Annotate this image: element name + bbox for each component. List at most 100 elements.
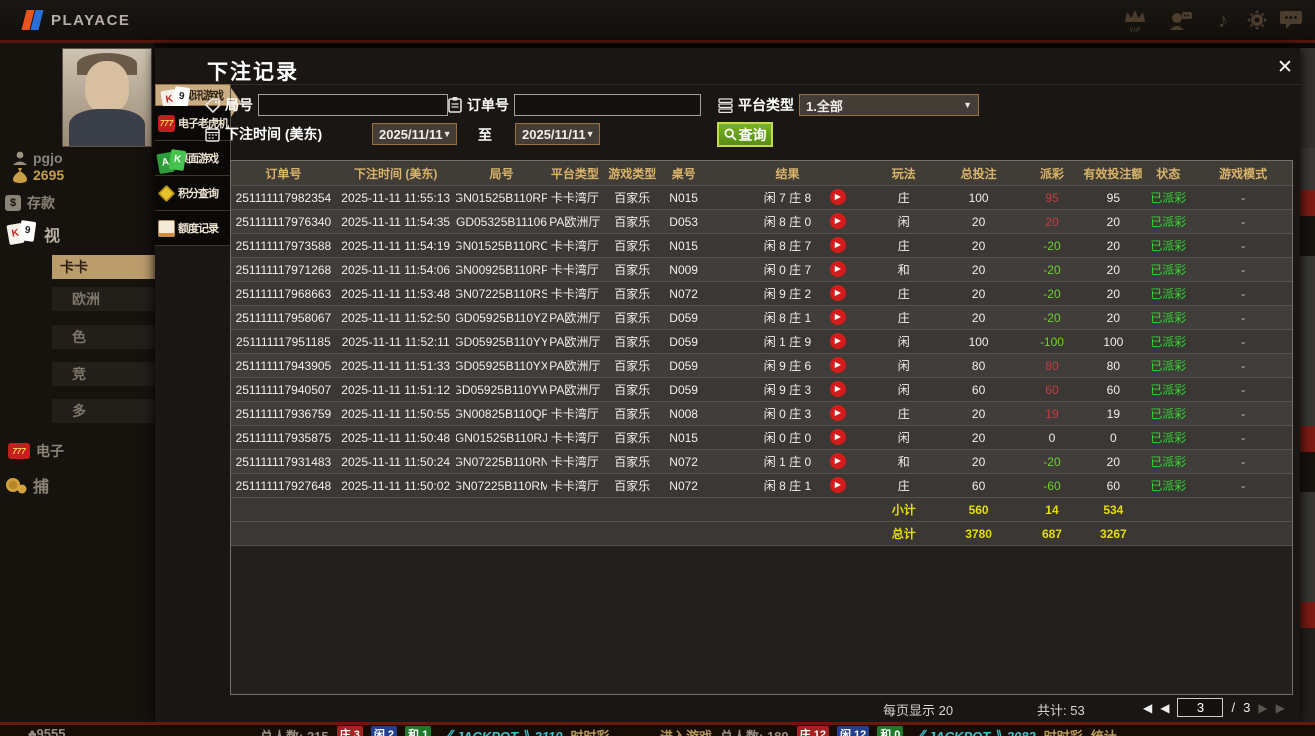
table-cell: 2025-11-11 11:50:55 <box>336 402 456 425</box>
table-cell: 已派彩 <box>1142 426 1194 449</box>
date-to-select[interactable]: 2025/11/11▼ <box>515 123 600 145</box>
platform-select[interactable]: 1.全部▼ <box>799 94 979 116</box>
replay-play-icon[interactable]: ▶ <box>830 309 846 325</box>
table-cell: 20 <box>1084 258 1142 281</box>
next-page-icon[interactable]: ▶ <box>1258 701 1267 715</box>
bg-category-kaka-selected[interactable]: 卡卡 <box>52 255 155 279</box>
prev-page-icon[interactable]: ◀ <box>1160 701 1169 715</box>
search-icon <box>724 128 737 141</box>
bg-category-video[interactable]: K9 视 <box>8 221 60 247</box>
table-cell: 已派彩 <box>1142 450 1194 473</box>
summary-cell <box>602 498 662 521</box>
table-cell: 20 <box>938 258 1020 281</box>
close-icon[interactable]: ✕ <box>1273 56 1297 80</box>
vip-icon[interactable]: VIP <box>1122 10 1148 32</box>
first-page-icon[interactable]: ◀ <box>1143 701 1152 715</box>
video-cards-icon: K9 <box>8 221 38 247</box>
table-cell: N008 <box>662 402 705 425</box>
customer-service-icon[interactable] <box>1168 10 1194 32</box>
replay-play-icon[interactable]: ▶ <box>830 405 846 421</box>
table-cell: 卡卡湾厅 <box>547 186 602 209</box>
column-header: 局号 <box>456 161 548 185</box>
table-cell: N072 <box>662 450 705 473</box>
table-cell: PA欧洲厅 <box>547 378 602 401</box>
table-cell: PA欧洲厅 <box>547 354 602 377</box>
deposit-label: 存款 <box>27 193 55 213</box>
replay-play-icon[interactable]: ▶ <box>830 333 846 349</box>
menu-item-table-games[interactable]: AK 桌面游戏 <box>155 141 230 176</box>
user-avatar[interactable] <box>62 48 152 147</box>
jackpot-label: 《 JACKPOT 》2082 <box>911 726 1035 736</box>
table-cell: 20 <box>938 450 1020 473</box>
column-header: 有效投注额 <box>1084 161 1142 185</box>
table-cell: 60 <box>1084 474 1142 497</box>
summary-cell: 687 <box>1020 522 1085 545</box>
table-cell: 卡卡湾厅 <box>547 282 602 305</box>
table-cell: 卡卡湾厅 <box>547 234 602 257</box>
table-cell: 卡卡湾厅 <box>547 426 602 449</box>
table-cell: 2025-11-11 11:52:11 <box>336 330 456 353</box>
username: pgjo <box>33 150 63 166</box>
music-icon[interactable]: ♪ <box>1210 10 1236 32</box>
table-cell: 2025-11-11 11:55:13 <box>336 186 456 209</box>
table-cell: 已派彩 <box>1142 186 1194 209</box>
replay-play-icon[interactable]: ▶ <box>830 453 846 469</box>
bg-category-item[interactable]: 色 <box>52 325 155 349</box>
replay-play-icon[interactable]: ▶ <box>830 381 846 397</box>
playace-logo: PLAYACE <box>22 8 130 32</box>
table-cell: 闲 1 庄 9▶ <box>705 330 870 353</box>
table-cell: N072 <box>662 282 705 305</box>
video-cards-icon: K9 <box>162 87 179 104</box>
table-cell: GN01525B110RO <box>456 234 548 257</box>
bg-category-slots[interactable]: 777 电子 <box>8 441 64 461</box>
replay-play-icon[interactable]: ▶ <box>830 357 846 373</box>
table-cell: 251111117931483 <box>231 450 336 473</box>
chevron-down-icon: ▼ <box>963 100 972 110</box>
table-cell: 251111117971268 <box>231 258 336 281</box>
last-page-icon[interactable]: ▶ <box>1276 701 1285 715</box>
table-cell: 20 <box>1084 306 1142 329</box>
summary-cell: 总计 <box>870 522 938 545</box>
bet-time-label: 下注时间 (美东) <box>225 124 322 144</box>
platform-label: 平台类型 <box>738 95 794 115</box>
date-from-select[interactable]: 2025/11/11▼ <box>372 123 457 145</box>
replay-play-icon[interactable]: ▶ <box>830 477 846 493</box>
table-summary-row: 小计56014534 <box>231 498 1292 522</box>
settings-gear-icon[interactable] <box>1244 10 1270 32</box>
table-cell: 百家乐 <box>602 474 662 497</box>
table-header-row: 订单号下注时间 (美东)局号平台类型游戏类型桌号结果玩法总投注派彩有效投注额状态… <box>231 161 1292 186</box>
table-body: 2511111179823542025-11-11 11:55:13 GN0152… <box>231 186 1292 546</box>
summary-cell <box>336 498 456 521</box>
replay-play-icon[interactable]: ▶ <box>830 213 846 229</box>
summary-cell <box>1194 522 1292 545</box>
replay-play-icon[interactable]: ▶ <box>830 237 846 253</box>
table-cell: 闲 <box>870 210 938 233</box>
menu-item-quota-records[interactable]: 额度记录 <box>155 211 230 246</box>
table-cell: PA欧洲厅 <box>547 306 602 329</box>
bg-category-item[interactable]: 多 <box>52 399 155 423</box>
table-cell: 百家乐 <box>602 186 662 209</box>
table-cell: 2025-11-11 11:51:12 <box>336 378 456 401</box>
bg-category-item[interactable]: 欧洲 <box>52 287 155 311</box>
table-cell: 2025-11-11 11:50:02 <box>336 474 456 497</box>
replay-play-icon[interactable]: ▶ <box>830 285 846 301</box>
search-button[interactable]: 查询 <box>717 122 773 147</box>
replay-play-icon[interactable]: ▶ <box>830 429 846 445</box>
chevron-down-icon: ▼ <box>586 129 595 139</box>
deposit-row[interactable]: $ 存款 <box>5 193 55 213</box>
bg-category-fishing[interactable]: 捕 <box>5 473 49 497</box>
table-cell: 已派彩 <box>1142 474 1194 497</box>
bg-category-item[interactable]: 竞 <box>52 362 155 386</box>
menu-item-points-query[interactable]: 积分查询 <box>155 176 230 211</box>
replay-play-icon[interactable]: ▶ <box>830 189 846 205</box>
table-cell: 251111117982354 <box>231 186 336 209</box>
summary-cell: 3780 <box>938 522 1020 545</box>
quota-document-icon <box>158 220 175 237</box>
table-cell: 20 <box>1020 210 1085 233</box>
round-input[interactable] <box>258 94 448 116</box>
chat-bubble-icon[interactable] <box>1278 10 1304 32</box>
order-input[interactable] <box>514 94 701 116</box>
table-cell: GD05925B110YY <box>456 330 548 353</box>
current-page-input[interactable]: 3 <box>1177 698 1223 717</box>
replay-play-icon[interactable]: ▶ <box>830 261 846 277</box>
